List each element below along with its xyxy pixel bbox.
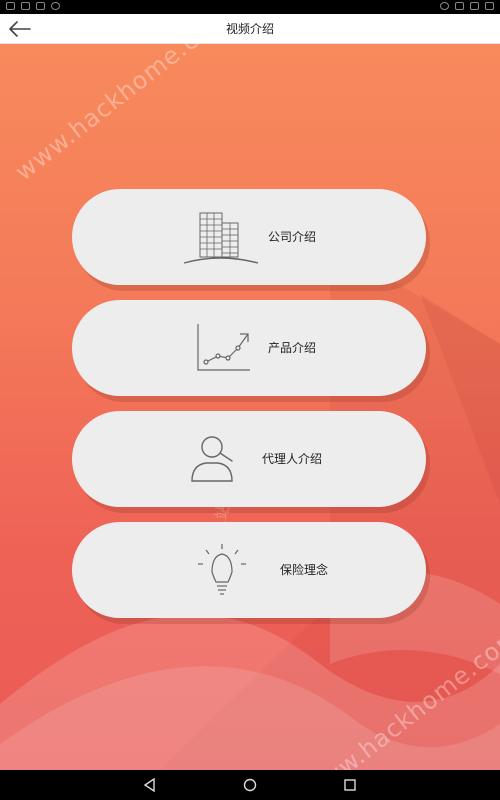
home-icon bbox=[243, 778, 257, 792]
sync-icon bbox=[51, 2, 60, 10]
status-bar-right bbox=[440, 2, 494, 10]
menu-item-company[interactable]: 公司介绍 bbox=[72, 189, 426, 285]
status-bar-left bbox=[6, 2, 60, 10]
agent-search-icon bbox=[191, 436, 233, 482]
nav-recents-button[interactable] bbox=[341, 776, 359, 794]
menu-item-label: 代理人介绍 bbox=[262, 452, 323, 466]
watermark: www.hackhome.com bbox=[10, 44, 236, 187]
back-icon bbox=[143, 777, 155, 793]
buildings-icon bbox=[183, 212, 259, 264]
usb-icon bbox=[36, 2, 45, 10]
system-nav-bar bbox=[0, 770, 500, 800]
status-bar bbox=[0, 0, 500, 14]
wifi-icon bbox=[470, 2, 479, 10]
image-icon bbox=[21, 2, 30, 10]
background-decoration bbox=[0, 244, 500, 770]
app-screen: 视频介绍 www.hackhome.com www.hackhome.com 网… bbox=[0, 0, 500, 800]
star-icon bbox=[455, 2, 464, 10]
lightbulb-icon bbox=[198, 544, 246, 595]
content-area: www.hackhome.com www.hackhome.com 网侠手机站 bbox=[0, 44, 500, 770]
menu-item-philosophy[interactable]: 保险理念 bbox=[72, 522, 426, 618]
bluetooth-icon bbox=[440, 2, 449, 10]
nav-home-button[interactable] bbox=[241, 776, 259, 794]
menu-item-label: 公司介绍 bbox=[268, 230, 317, 244]
page-title: 视频介绍 bbox=[225, 22, 274, 36]
nav-back-button[interactable] bbox=[141, 776, 159, 794]
battery-icon bbox=[485, 2, 494, 10]
notification-icon bbox=[6, 2, 15, 10]
app-header: 视频介绍 bbox=[0, 14, 500, 44]
menu-item-product[interactable]: 产品介绍 bbox=[72, 300, 426, 396]
menu-item-label: 产品介绍 bbox=[268, 341, 317, 355]
recents-icon bbox=[344, 779, 356, 791]
watermark: www.hackhome.com bbox=[300, 621, 500, 770]
menu-item-label: 保险理念 bbox=[280, 563, 329, 577]
chart-trend-icon bbox=[197, 324, 250, 371]
menu-item-agent[interactable]: 代理人介绍 bbox=[72, 411, 426, 507]
